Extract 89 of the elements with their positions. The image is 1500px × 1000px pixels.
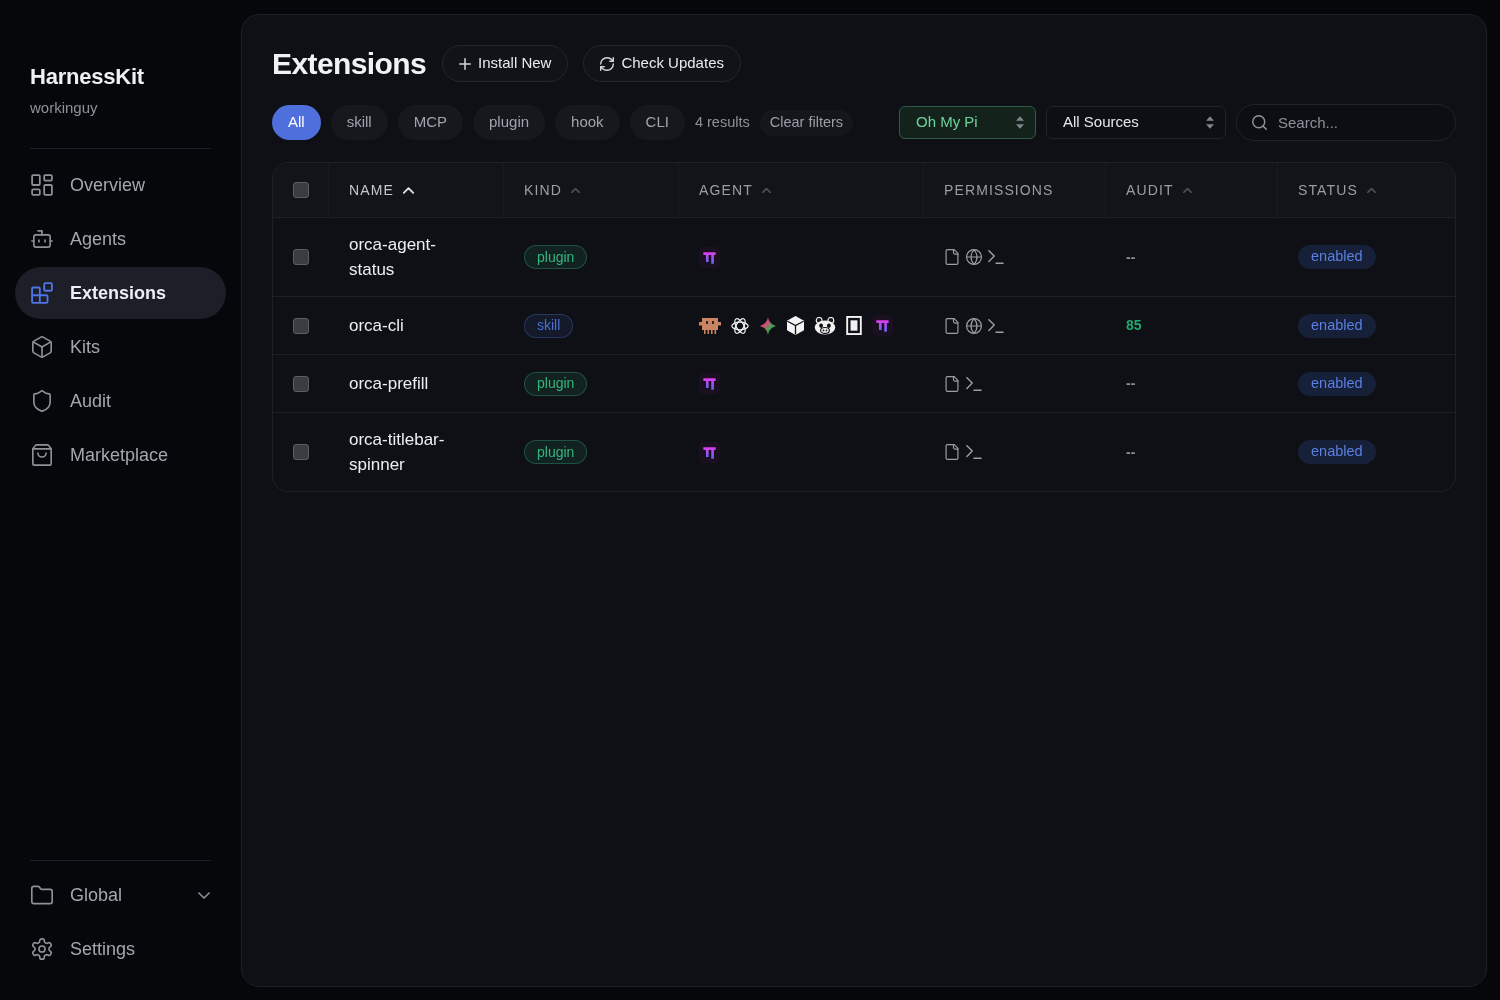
terminal-icon <box>988 317 1004 334</box>
scope-selector[interactable]: Global <box>15 869 226 921</box>
terminal-icon <box>966 444 982 460</box>
globe-icon <box>966 249 982 265</box>
pixel-creature-icon <box>699 317 721 334</box>
audit-score: -- <box>1126 442 1136 462</box>
pi-symbol-icon <box>872 315 893 336</box>
page-title: Extensions <box>272 46 427 82</box>
extension-name: orca-titlebar-spinner <box>349 429 446 476</box>
dashboard-icon <box>31 174 53 196</box>
file-icon <box>944 249 960 265</box>
filter-chip[interactable]: hook <box>555 105 620 140</box>
select-all-checkbox[interactable] <box>293 182 309 198</box>
audit-score: -- <box>1126 374 1136 393</box>
extension-name: orca-agent-status <box>349 234 437 281</box>
file-icon <box>944 375 960 392</box>
row-checkbox[interactable] <box>293 249 309 265</box>
nav-item[interactable]: Marketplace <box>15 429 226 481</box>
sort-caret-icon <box>1366 187 1376 193</box>
audit-score: -- <box>1126 247 1136 267</box>
sort-caret-icon <box>402 186 414 194</box>
status-tag: enabled <box>1298 440 1376 464</box>
column-header[interactable]: AUDIT <box>1126 179 1192 201</box>
result-count: 4 results <box>694 112 750 132</box>
filter-select[interactable]: All Sources <box>1046 106 1226 139</box>
framed-rectangle-icon <box>846 316 862 335</box>
nav-item[interactable]: Agents <box>15 213 226 265</box>
audit-score: 85 <box>1126 316 1142 335</box>
filter-chip[interactable]: plugin <box>473 105 546 140</box>
file-icon <box>944 317 960 334</box>
install-button[interactable]: Install New <box>442 45 569 82</box>
terminal-icon <box>966 375 982 392</box>
row-checkbox[interactable] <box>293 375 309 392</box>
file-icon <box>944 444 960 460</box>
refresh-icon <box>600 56 615 71</box>
pi-symbol-icon <box>699 246 720 268</box>
status-tag: enabled <box>1298 245 1376 269</box>
up-down-arrows-icon <box>1016 116 1024 129</box>
kind-tag: plugin <box>524 245 588 269</box>
status-tag: enabled <box>1298 371 1376 396</box>
nav-item[interactable]: Overview <box>15 159 226 211</box>
globe-icon <box>966 317 982 334</box>
nav-item[interactable]: Kits <box>15 321 226 373</box>
pi-symbol-icon <box>699 373 720 394</box>
shield-icon <box>31 390 53 412</box>
row-checkbox[interactable] <box>293 317 309 334</box>
kind-tag: plugin <box>524 440 588 464</box>
robot-icon <box>31 228 53 250</box>
clear-filters-button[interactable]: Clear filters <box>759 109 854 136</box>
filter-chip[interactable]: CLI <box>629 105 685 140</box>
filter-chip[interactable]: All <box>272 105 321 140</box>
box-icon <box>31 336 53 358</box>
search-field[interactable]: Search... <box>1236 104 1456 141</box>
sort-caret-icon <box>570 187 580 193</box>
settings-item[interactable]: Settings <box>15 923 226 975</box>
filter-chip[interactable]: skill <box>330 105 388 140</box>
status-tag: enabled <box>1298 313 1376 338</box>
nav-item[interactable]: Extensions <box>15 267 226 319</box>
atom-icon <box>731 316 749 335</box>
column-header[interactable]: STATUS <box>1298 179 1376 201</box>
kind-tag: plugin <box>524 371 588 396</box>
terminal-icon <box>988 249 1004 265</box>
search-icon <box>1252 115 1267 130</box>
animal-face-icon <box>814 316 836 335</box>
check-updates-button[interactable]: Check Updates <box>583 45 741 82</box>
shopping-bag-icon <box>31 444 53 466</box>
column-header[interactable]: KIND <box>524 179 580 201</box>
row-checkbox[interactable] <box>293 444 309 460</box>
sort-caret-icon <box>761 187 771 193</box>
extension-name: orca-prefill <box>349 373 429 395</box>
filter-chip[interactable]: MCP <box>397 105 463 140</box>
pi-symbol-icon <box>699 441 720 463</box>
settings-icon <box>31 938 53 960</box>
sort-caret-icon <box>1182 187 1192 193</box>
extension-name: orca-cli <box>349 315 404 337</box>
column-header[interactable]: AGENT <box>699 179 771 201</box>
kind-tag: skill <box>524 313 574 338</box>
app-title: HarnessKit <box>30 63 144 91</box>
cube-icon <box>787 316 804 335</box>
sparkle-icon <box>759 316 777 335</box>
up-down-arrows-icon <box>1206 116 1214 129</box>
column-header[interactable]: NAME <box>349 179 414 201</box>
filter-select[interactable]: Oh My Pi <box>899 106 1036 139</box>
folder-icon <box>31 884 53 906</box>
nav-item[interactable]: Audit <box>15 375 226 427</box>
plus-icon <box>459 57 472 70</box>
column-header: PERMISSIONS <box>944 180 1054 200</box>
blocks-icon <box>31 282 53 304</box>
user-name: workinguy <box>30 98 98 118</box>
